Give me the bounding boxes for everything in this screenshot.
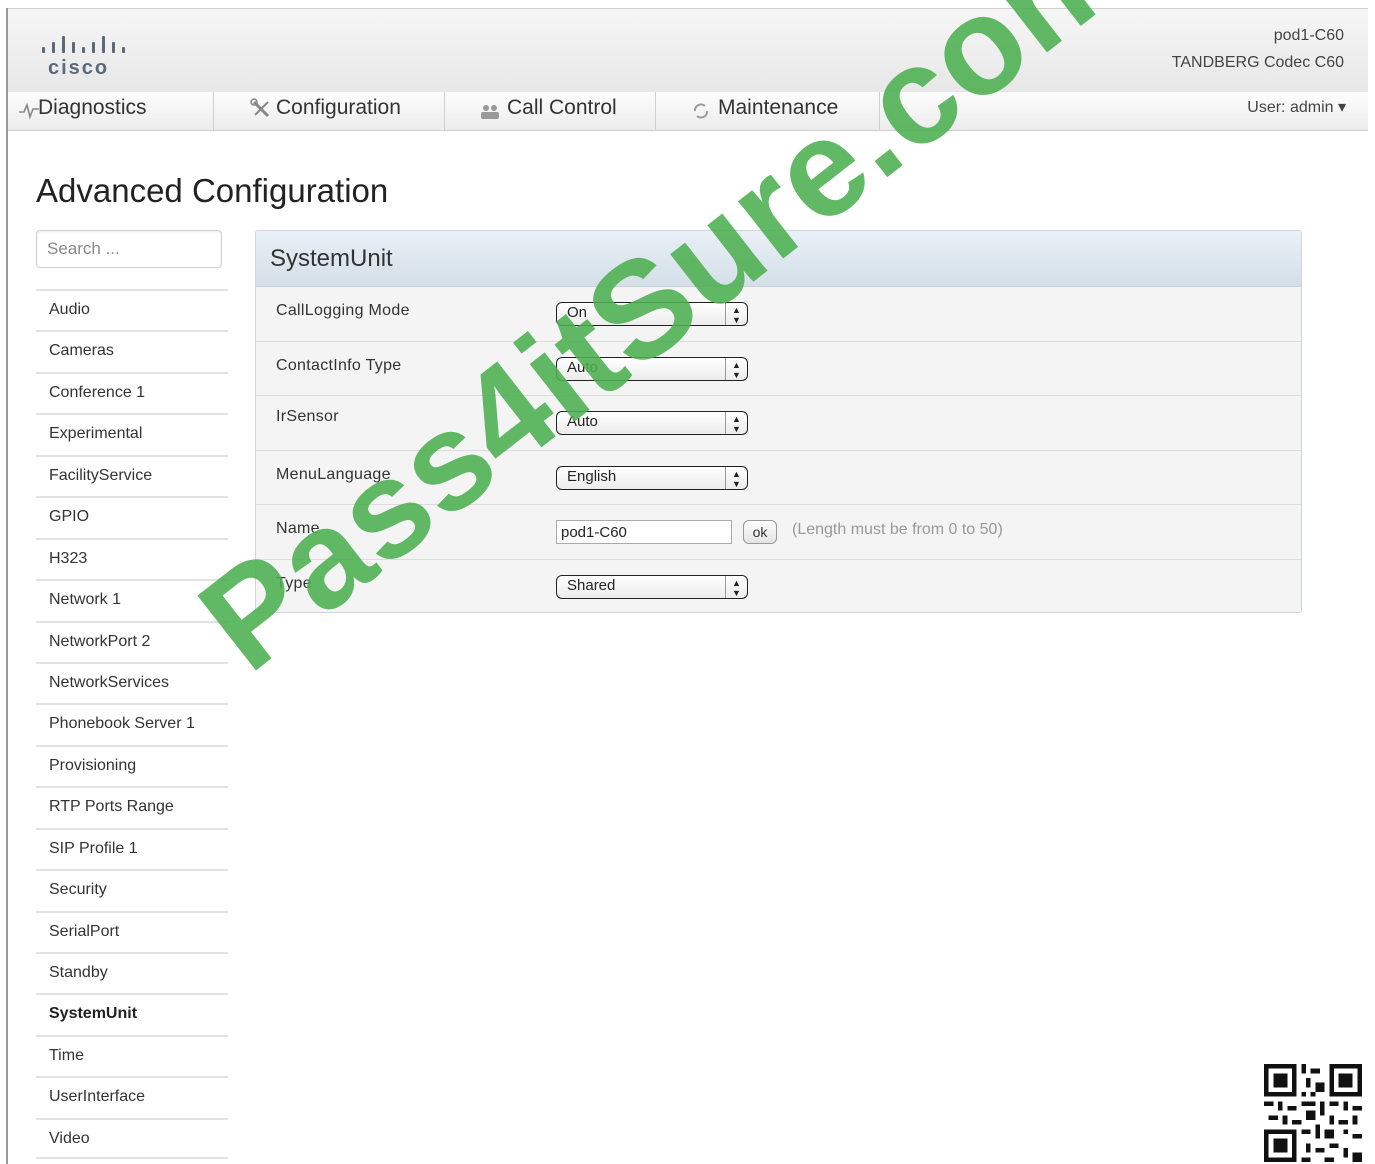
systemunit-panel: SystemUnit CallLogging Mode On ▲ ▼ Contac… (255, 230, 1302, 613)
refresh-icon (694, 103, 708, 119)
nav-diagnostics-label: Diagnostics (38, 96, 147, 119)
sidebar-item-systemunit[interactable]: SystemUnit (36, 993, 228, 1034)
setting-row-irsensor: IrSensor Auto ▲ ▼ (256, 396, 1301, 451)
device-model: TANDBERG Codec C60 (1171, 54, 1344, 71)
device-name: pod1-C60 (1273, 27, 1344, 44)
setting-label: MenuLanguage (276, 465, 391, 483)
select-value: On (567, 304, 588, 321)
sidebar-item-sip-profile-1[interactable]: SIP Profile 1 (36, 827, 228, 869)
sidebar-item-audio[interactable]: Audio (36, 289, 228, 330)
select-value: Auto (567, 413, 598, 431)
sidebar-item-experimental[interactable]: Experimental (36, 413, 228, 454)
select-value: Auto (567, 358, 598, 376)
select-arrows-icon: ▲ ▼ (725, 466, 747, 489)
pulse-icon (19, 102, 39, 120)
sidebar-item-facilityservice[interactable]: FacilityService (36, 454, 228, 496)
name-length-hint: (Length must be from 0 to 50) (792, 521, 1003, 539)
qr-code-icon (1264, 1064, 1362, 1162)
name-input[interactable] (556, 520, 732, 545)
setting-row-name: Name ok (Length must be from 0 to 50) (256, 505, 1301, 560)
user-menu[interactable]: User: admin ▾ (1247, 92, 1346, 124)
cisco-logo: cisco (40, 35, 130, 85)
setting-label: Type (276, 574, 312, 592)
sidebar-item-rtp-ports-range[interactable]: RTP Ports Range (36, 786, 228, 827)
sidebar-item-serialport[interactable]: SerialPort (36, 910, 228, 952)
menulanguage-select[interactable]: English ▲ ▼ (556, 465, 748, 490)
sidebar-item-phonebook-server-1[interactable]: Phonebook Server 1 (36, 703, 228, 744)
cisco-logo-text: cisco (48, 57, 110, 79)
select-value: Shared (567, 576, 616, 594)
sidebar-item-userinterface[interactable]: UserInterface (36, 1076, 228, 1117)
name-ok-button[interactable]: ok (743, 520, 777, 545)
nav-maintenance[interactable]: Maintenance (656, 92, 880, 130)
select-arrows-icon: ▲ ▼ (725, 303, 747, 325)
nav-call-control[interactable]: Call Control (445, 92, 656, 130)
sidebar-item-conference-1[interactable]: Conference 1 (36, 371, 228, 413)
select-value: English (567, 467, 617, 485)
nav-maintenance-label: Maintenance (718, 96, 839, 119)
sidebar-nav: Audio Cameras Conference 1 Experimental … (36, 289, 228, 1160)
people-icon (481, 105, 499, 119)
irsensor-select[interactable]: Auto ▲ ▼ (556, 411, 748, 436)
nav-diagnostics[interactable]: Diagnostics (8, 92, 214, 130)
tools-icon (250, 98, 270, 118)
sidebar-item-time[interactable]: Time (36, 1034, 228, 1076)
page-title: Advanced Configuration (36, 172, 389, 209)
setting-label: IrSensor (276, 408, 339, 426)
frame-left-border (6, 8, 8, 1164)
setting-row-contactinfo-type: ContactInfo Type Auto ▲ ▼ (256, 341, 1301, 397)
sidebar-item-standby[interactable]: Standby (36, 952, 228, 993)
sidebar-item-cameras[interactable]: Cameras (36, 330, 228, 371)
setting-label: ContactInfo Type (276, 356, 402, 374)
setting-label: CallLogging Mode (276, 302, 410, 319)
setting-row-type: Type Shared ▲ ▼ (256, 559, 1301, 612)
sidebar-item-gpio[interactable]: GPIO (36, 496, 228, 537)
sidebar-item-provisioning[interactable]: Provisioning (36, 744, 228, 786)
app-header: cisco pod1-C60 TANDBERG Codec C60 (8, 9, 1368, 93)
sidebar-item-h323[interactable]: H323 (36, 537, 228, 579)
nav-call-control-label: Call Control (507, 96, 617, 119)
select-arrows-icon: ▲ ▼ (725, 357, 747, 380)
setting-row-calllogging-mode: CallLogging Mode On ▲ ▼ (256, 287, 1301, 342)
panel-title: SystemUnit (256, 231, 1301, 287)
sidebar-item-networkservices[interactable]: NetworkServices (36, 661, 228, 703)
nav-configuration[interactable]: Configuration (214, 92, 445, 130)
sidebar-item-network-1[interactable]: Network 1 (36, 579, 228, 620)
setting-label: Name (276, 520, 320, 538)
sidebar-item-security[interactable]: Security (36, 869, 228, 910)
search-input[interactable] (36, 230, 222, 268)
type-select[interactable]: Shared ▲ ▼ (556, 574, 748, 599)
calllogging-mode-select[interactable]: On ▲ ▼ (556, 302, 748, 326)
cisco-logo-bars (40, 35, 125, 53)
main-nav: Diagnostics Configuration Call Control M… (8, 92, 1368, 131)
sidebar-item-video[interactable]: Video (36, 1117, 228, 1160)
select-arrows-icon: ▲ ▼ (725, 412, 747, 435)
select-arrows-icon: ▲ ▼ (725, 575, 747, 598)
nav-configuration-label: Configuration (276, 96, 401, 119)
contactinfo-type-select[interactable]: Auto ▲ ▼ (556, 356, 748, 381)
sidebar-item-networkport-2[interactable]: NetworkPort 2 (36, 620, 228, 662)
setting-row-menulanguage: MenuLanguage English ▲ ▼ (256, 450, 1301, 506)
